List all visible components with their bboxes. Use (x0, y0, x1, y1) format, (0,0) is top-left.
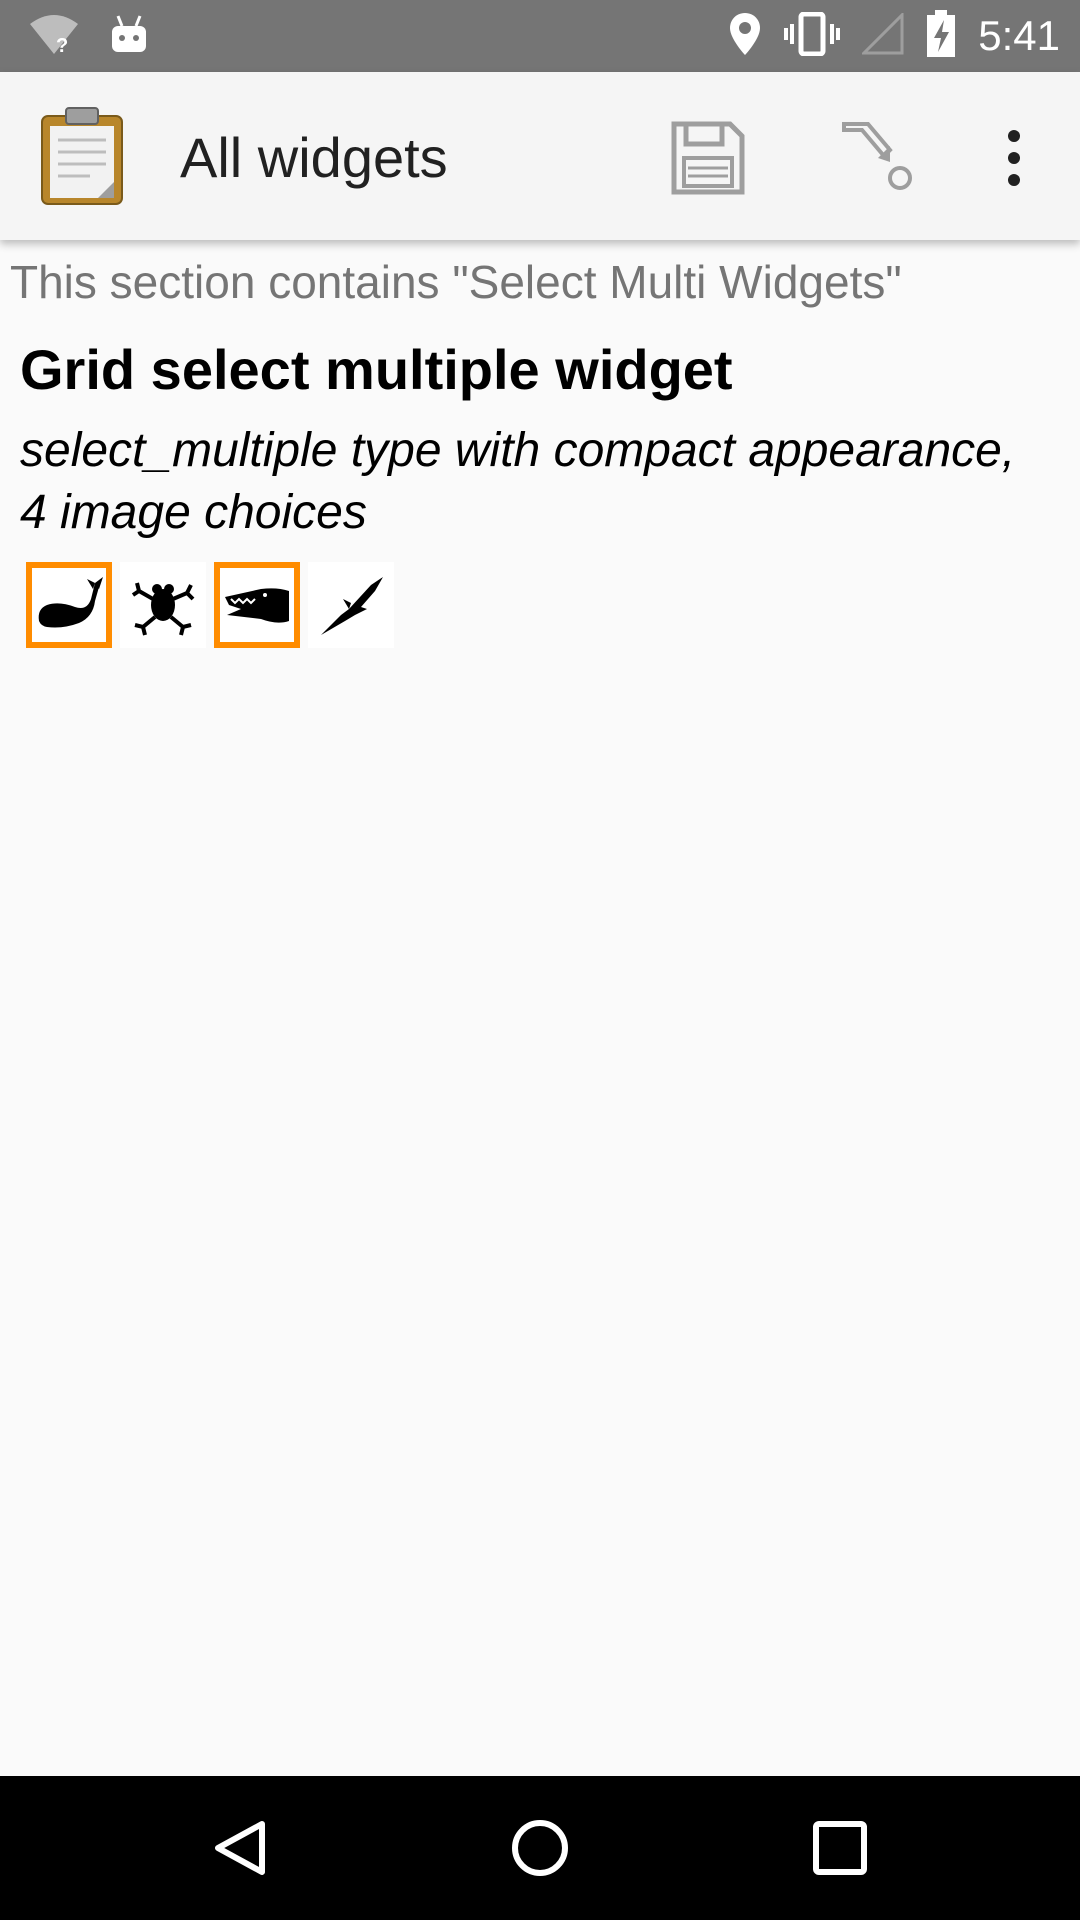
battery-charging-icon (926, 9, 956, 63)
frog-icon (131, 582, 195, 636)
choice-whale[interactable] (26, 562, 112, 648)
go-to-prompt-icon[interactable] (838, 116, 918, 196)
section-note: This section contains "Select Multi Widg… (10, 256, 902, 308)
choice-eagle[interactable] (308, 562, 394, 648)
recents-icon[interactable] (810, 1818, 870, 1878)
save-icon[interactable] (668, 118, 748, 198)
overflow-menu-icon[interactable] (994, 128, 1034, 188)
svg-text:?: ? (56, 35, 68, 56)
question-label: Grid select multiple widget (20, 338, 733, 401)
eagle-icon (321, 577, 383, 635)
image-choice-grid (26, 562, 394, 648)
app-title: All widgets (180, 126, 448, 189)
signal-icon (860, 10, 904, 60)
app-bar: All widgets (0, 72, 1080, 240)
clipboard-logo-icon (40, 106, 124, 206)
location-icon (728, 11, 762, 62)
whale-icon (38, 577, 103, 628)
android-icon (110, 14, 148, 59)
status-bar: ? 5:41 (0, 0, 1080, 72)
navigation-bar (0, 1776, 1080, 1920)
back-icon[interactable] (210, 1818, 270, 1878)
wifi-unknown-icon: ? (28, 12, 80, 61)
question-hint: select_multiple type with compact appear… (20, 424, 1016, 539)
choice-crocodile[interactable] (214, 562, 300, 648)
choice-frog[interactable] (120, 562, 206, 648)
crocodile-icon (225, 588, 289, 623)
home-icon[interactable] (510, 1818, 570, 1878)
vibrate-icon (784, 11, 841, 61)
status-time: 5:41 (978, 12, 1060, 59)
